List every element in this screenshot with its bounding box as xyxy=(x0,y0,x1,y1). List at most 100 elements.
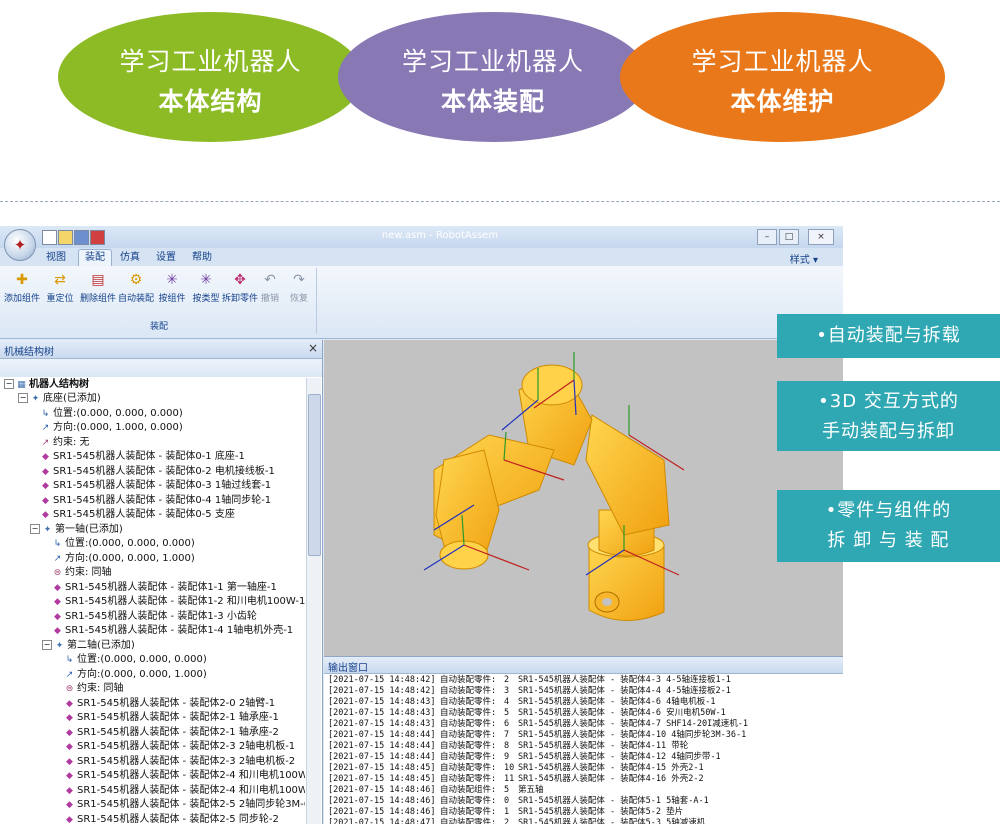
tree-node-part[interactable]: ◆ SR1-545机器人装配体 - 装配体2-4 和川电机100W- xyxy=(64,784,305,798)
log-timestamp: [2021-07-15 14:48:47] xyxy=(328,818,436,824)
tab-settings[interactable]: 设置 xyxy=(150,250,182,266)
tree-node-part[interactable]: ◆ SR1-545机器人装配体 - 装配体2-0 2轴臂-1 xyxy=(64,697,275,711)
log-action: 自动装配零件: xyxy=(440,730,497,740)
new-file-icon[interactable] xyxy=(42,230,57,245)
tree-node-part[interactable]: ◆ SR1-545机器人装配体 - 装配体2-1 轴承座-2 xyxy=(64,726,279,740)
close-panel-icon[interactable]: × xyxy=(308,341,318,355)
tree-node-part[interactable]: ◆ SR1-545机器人装配体 - 装配体1-1 第一轴座-1 xyxy=(52,581,277,595)
tree-node-direction[interactable]: ↗ 方向:(0.000, 0.000, 1.000) xyxy=(52,552,195,566)
tree-node-position[interactable]: ↳ 位置:(0.000, 0.000, 0.000) xyxy=(40,407,183,421)
scrollbar-thumb[interactable] xyxy=(308,394,321,556)
assembly-group-icon: ✦ xyxy=(31,394,40,404)
tree-node-label: SR1-545机器人装配体 - 装配体2-1 轴承座-1 xyxy=(77,712,279,723)
tab-assembly[interactable]: 装配 xyxy=(78,249,112,266)
auto-assembly-button[interactable]: ⚙ 自动装配 xyxy=(116,272,156,304)
open-folder-icon[interactable] xyxy=(58,230,73,245)
tree-node-label: SR1-545机器人装配体 - 装配体0-2 电机接线板-1 xyxy=(53,466,275,477)
tree-node-constraint[interactable]: ⊜ 约束: 同轴 xyxy=(64,682,124,696)
log-index: 7 xyxy=(504,730,510,740)
tree-node-part[interactable]: ◆ SR1-545机器人装配体 - 装配体0-4 1轴同步轮-1 xyxy=(40,494,271,508)
collapse-icon[interactable]: − xyxy=(18,393,28,403)
tree-node-label: SR1-545机器人装配体 - 装配体0-3 1轴过线套-1 xyxy=(53,480,272,491)
part-icon: ◆ xyxy=(54,612,61,622)
close-file-icon[interactable] xyxy=(90,230,105,245)
tree-node-part[interactable]: ◆ SR1-545机器人装配体 - 装配体1-4 1轴电机外壳-1 xyxy=(52,624,293,638)
log-index: 8 xyxy=(504,741,510,751)
position-icon: ↳ xyxy=(65,655,74,665)
tree-node-part[interactable]: ◆ SR1-545机器人装配体 - 装配体2-5 2轴同步轮3M-6 xyxy=(64,798,305,812)
log-action: 自动装配零件: xyxy=(440,796,497,806)
ellipse-maintenance: 学习工业机器人 本体维护 xyxy=(620,12,945,142)
log-action: 自动装配零件: xyxy=(440,752,497,762)
tree-node-position[interactable]: ↳ 位置:(0.000, 0.000, 0.000) xyxy=(64,653,207,667)
3d-viewport[interactable] xyxy=(324,340,843,656)
tree-node-part[interactable]: ◆ SR1-545机器人装配体 - 装配体2-3 2轴电机板-1 xyxy=(64,740,295,754)
log-row: [2021-07-15 14:48:45] 自动装配零件: 11 SR1-545机器人… xyxy=(328,774,838,785)
undo-icon: ↶ xyxy=(264,272,276,288)
tree-node-part[interactable]: ◆ SR1-545机器人装配体 - 装配体2-1 轴承座-1 xyxy=(64,711,279,725)
button-label: 恢复 xyxy=(289,294,308,304)
log-index: 6 xyxy=(504,719,510,729)
by-component-icon: ✳ xyxy=(166,272,178,288)
tree-node-axis1[interactable]: − ✦ 第一轴(已添加) xyxy=(30,523,123,537)
delete-component-button[interactable]: ▤ 删除组件 xyxy=(78,272,118,304)
tree-node-part[interactable]: ◆ SR1-545机器人装配体 - 装配体1-3 小齿轮 xyxy=(52,610,257,624)
style-dropdown[interactable]: 样式 ▾ xyxy=(790,251,818,266)
tree-node-label: SR1-545机器人装配体 - 装配体2-5 2轴同步轮3M-6 xyxy=(77,799,305,810)
collapse-icon[interactable]: − xyxy=(30,524,40,534)
panel-toolbar xyxy=(0,359,322,377)
maximize-icon[interactable]: □ xyxy=(779,229,799,245)
part-icon: ◆ xyxy=(66,713,73,723)
log-row: [2021-07-15 14:48:42] 自动装配零件: 2 SR1-545机器人装… xyxy=(328,675,838,686)
tree-node-position[interactable]: ↳ 位置:(0.000, 0.000, 0.000) xyxy=(52,537,195,551)
ellipse-line1: 学习工业机器人 xyxy=(691,47,874,76)
tree-node-label: 约束: 同轴 xyxy=(77,683,124,694)
app-menu-button[interactable]: ✦ xyxy=(4,229,36,261)
relocate-button[interactable]: ⇄ 重定位 xyxy=(40,272,80,304)
tree-node-label: 方向:(0.000, 0.000, 1.000) xyxy=(77,669,207,680)
feature-line: •3D 交互方式的 xyxy=(818,391,959,412)
tree-node-constraint[interactable]: ↗ 约束: 无 xyxy=(40,436,90,450)
feature-3d-interactive: •3D 交互方式的 手动装配与拆卸 xyxy=(777,381,1000,451)
feature-line: 拆 卸 与 装 配 xyxy=(827,530,950,551)
tree-node-part[interactable]: ◆ SR1-545机器人装配体 - 装配体0-2 电机接线板-1 xyxy=(40,465,275,479)
tab-simulation[interactable]: 仿真 xyxy=(114,250,146,266)
log-index: 9 xyxy=(504,752,510,762)
log-index: 3 xyxy=(504,686,510,696)
tree-node-part[interactable]: ◆ SR1-545机器人装配体 - 装配体1-2 和川电机100W-1 xyxy=(52,595,305,609)
tree-node-axis2[interactable]: − ✦ 第二轴(已添加) xyxy=(42,639,135,653)
tree-node-part[interactable]: ◆ SR1-545机器人装配体 - 装配体2-5 同步轮-2 xyxy=(64,813,279,824)
log-part: SR1-545机器人装配体 - 装配体4-6 4轴电机板-1 xyxy=(518,697,716,707)
tree-node-constraint[interactable]: ⊜ 约束: 同轴 xyxy=(52,566,112,580)
close-window-icon[interactable]: × xyxy=(808,229,834,245)
tree-node-part[interactable]: ◆ SR1-545机器人装配体 - 装配体0-5 支座 xyxy=(40,508,235,522)
tree-node-direction[interactable]: ↗ 方向:(0.000, 1.000, 0.000) xyxy=(40,421,183,435)
collapse-icon[interactable]: − xyxy=(4,379,14,389)
minimize-icon[interactable]: – xyxy=(757,229,777,245)
log-timestamp: [2021-07-15 14:48:43] xyxy=(328,719,436,729)
log-timestamp: [2021-07-15 14:48:46] xyxy=(328,807,436,817)
log-action: 自动装配组件: xyxy=(440,785,497,795)
log-row: [2021-07-15 14:48:43] 自动装配零件: 5 SR1-545机器人装… xyxy=(328,708,838,719)
tree-node-direction[interactable]: ↗ 方向:(0.000, 0.000, 1.000) xyxy=(64,668,207,682)
tree-node-base[interactable]: − ✦ 底座(已添加) xyxy=(18,392,101,406)
ellipse-line1: 学习工业机器人 xyxy=(119,47,302,76)
save-icon[interactable] xyxy=(74,230,89,245)
tree-node-part[interactable]: ◆ SR1-545机器人装配体 - 装配体2-3 2轴电机板-2 xyxy=(64,755,295,769)
log-timestamp: [2021-07-15 14:48:44] xyxy=(328,752,436,762)
redo-button[interactable]: ↷ 恢复 xyxy=(282,272,316,304)
log-part: SR1-545机器人装配体 - 装配体4-16 外壳2-2 xyxy=(518,774,704,784)
log-part: SR1-545机器人装配体 - 装配体4-4 4-5轴连接板2-1 xyxy=(518,686,731,696)
tree-root[interactable]: − ▦ 机器人结构树 xyxy=(4,378,89,392)
tree-node-part[interactable]: ◆ SR1-545机器人装配体 - 装配体2-4 和川电机100W- xyxy=(64,769,305,783)
collapse-icon[interactable]: − xyxy=(42,640,52,650)
tree-scrollbar[interactable] xyxy=(306,378,321,824)
tab-view[interactable]: 视图 xyxy=(40,250,72,266)
tree-node-part[interactable]: ◆ SR1-545机器人装配体 - 装配体0-1 底座-1 xyxy=(40,450,245,464)
add-component-button[interactable]: ✚ 添加组件 xyxy=(2,272,42,304)
tab-help[interactable]: 帮助 xyxy=(186,250,218,266)
tree-node-label: SR1-545机器人装配体 - 装配体2-4 和川电机100W- xyxy=(77,785,305,796)
tree-node-part[interactable]: ◆ SR1-545机器人装配体 - 装配体0-3 1轴过线套-1 xyxy=(40,479,271,493)
log-action: 自动装配零件: xyxy=(440,686,497,696)
tree-node-label: 底座(已添加) xyxy=(43,393,101,404)
